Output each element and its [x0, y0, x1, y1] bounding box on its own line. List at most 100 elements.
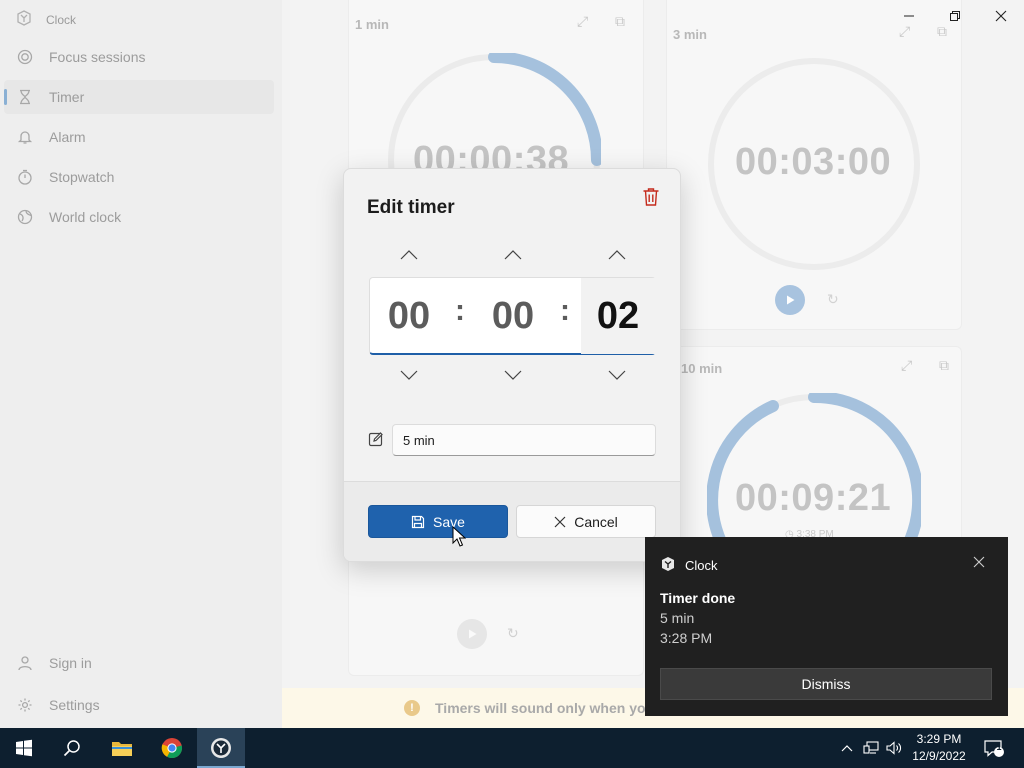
- sidebar-item-stopwatch[interactable]: Stopwatch: [4, 160, 274, 194]
- edit-name-icon: [368, 431, 386, 449]
- action-center-button[interactable]: 1: [980, 728, 1008, 768]
- hours-value[interactable]: 00: [371, 292, 447, 340]
- minutes-up-button[interactable]: [501, 247, 525, 263]
- keep-on-top-icon[interactable]: ⧉: [939, 357, 949, 374]
- volume-button[interactable]: [884, 728, 904, 768]
- keep-on-top-icon[interactable]: ⧉: [615, 13, 625, 30]
- stopwatch-icon: [16, 168, 34, 186]
- info-icon: !: [404, 700, 420, 716]
- windows-logo-icon: [16, 739, 32, 757]
- toast-timer-name: 5 min: [660, 610, 695, 626]
- timer-done-notification: Clock Timer done 5 min 3:28 PM Dismiss: [645, 537, 1008, 716]
- sidebar-item-timer[interactable]: Timer: [4, 80, 274, 114]
- play-button[interactable]: [457, 619, 487, 649]
- app-title-bar: Clock: [16, 10, 76, 29]
- restore-icon: [950, 11, 960, 21]
- restore-button[interactable]: [932, 0, 978, 32]
- sidebar-item-label: World clock: [49, 209, 122, 225]
- sidebar-item-label: Settings: [49, 697, 100, 713]
- sidebar-item-label: Timer: [49, 89, 85, 105]
- network-icon: [863, 741, 879, 754]
- sidebar-item-world-clock[interactable]: World clock: [4, 200, 274, 234]
- hours-down-button[interactable]: [397, 367, 421, 383]
- close-icon: [973, 556, 985, 568]
- taskbar-date: 12/9/2022: [912, 749, 966, 763]
- minimize-icon: [904, 15, 914, 17]
- mouse-cursor-icon: [452, 526, 466, 547]
- cancel-label: Cancel: [574, 513, 618, 530]
- time-separator: :: [560, 294, 570, 327]
- timer-card-label: 3 min: [673, 27, 707, 42]
- search-button[interactable]: [48, 728, 96, 768]
- chrome-button[interactable]: [148, 728, 196, 768]
- sidebar-item-label: Focus sessions: [49, 49, 146, 65]
- save-button[interactable]: Save: [368, 505, 508, 538]
- sidebar-item-focus-sessions[interactable]: Focus sessions: [4, 40, 274, 74]
- seconds-up-button[interactable]: [605, 247, 629, 263]
- play-icon: [469, 629, 477, 639]
- trash-icon: [643, 188, 659, 206]
- person-icon: [16, 654, 34, 672]
- close-icon: [995, 10, 1007, 22]
- toast-title: Timer done: [660, 590, 736, 606]
- chrome-icon: [161, 738, 183, 759]
- reset-icon[interactable]: ↻: [507, 625, 519, 642]
- chevron-up-icon: [608, 250, 626, 260]
- hours-up-button[interactable]: [397, 247, 421, 263]
- sidebar-item-settings[interactable]: Settings: [4, 688, 274, 722]
- play-icon: [787, 295, 795, 305]
- bell-icon: [16, 128, 34, 146]
- timer-name-input[interactable]: [392, 424, 656, 456]
- minimize-button[interactable]: [886, 0, 932, 32]
- edit-timer-dialog: Edit timer 00 : 00 : 02 Save: [343, 168, 681, 562]
- volume-icon: [886, 741, 901, 755]
- sidebar-item-label: Alarm: [49, 129, 86, 145]
- dialog-title: Edit timer: [367, 197, 455, 218]
- dialog-footer: Save Cancel: [344, 481, 680, 561]
- clock-taskbar-button[interactable]: [197, 728, 245, 768]
- reset-icon[interactable]: ↻: [827, 291, 839, 308]
- app-title: Clock: [46, 12, 77, 27]
- file-explorer-button[interactable]: [98, 728, 146, 768]
- chevron-up-icon: [841, 745, 853, 752]
- show-hidden-icons-button[interactable]: [838, 728, 856, 768]
- cancel-icon: [554, 516, 566, 527]
- sidebar: Clock Focus sessions Timer Alarm Stopwat…: [0, 0, 282, 728]
- dismiss-button[interactable]: Dismiss: [660, 668, 992, 700]
- taskbar-clock[interactable]: 3:29 PM 12/9/2022: [906, 731, 972, 765]
- time-picker[interactable]: 00 : 00 : 02: [369, 277, 656, 355]
- seconds-down-button[interactable]: [605, 367, 629, 383]
- timer-card[interactable]: 3 min ⤢ ⧉ 00:03:00 ↻: [666, 0, 962, 330]
- toast-close-button[interactable]: [973, 555, 987, 569]
- chevron-up-icon: [400, 250, 418, 260]
- play-button[interactable]: [775, 285, 805, 315]
- chevron-down-icon: [608, 370, 626, 380]
- toast-app-header: Clock: [660, 556, 718, 575]
- timer-card-label: 10 min: [681, 361, 723, 376]
- cancel-button[interactable]: Cancel: [516, 505, 656, 538]
- globe-icon: [16, 208, 34, 226]
- network-button[interactable]: [860, 728, 882, 768]
- delete-button[interactable]: [642, 187, 662, 207]
- sidebar-item-label: Sign in: [49, 655, 92, 671]
- time-separator: :: [455, 294, 465, 327]
- sidebar-item-sign-in[interactable]: Sign in: [4, 646, 274, 680]
- timer-card-label: 1 min: [355, 17, 389, 32]
- toast-app-name: Clock: [685, 558, 718, 573]
- minutes-down-button[interactable]: [501, 367, 525, 383]
- notification-count: 1: [996, 742, 1002, 752]
- expand-icon[interactable]: ⤢: [577, 13, 588, 30]
- toast-time: 3:28 PM: [660, 630, 713, 646]
- seconds-value[interactable]: 02: [580, 292, 656, 340]
- chevron-down-icon: [400, 370, 418, 380]
- chevron-up-icon: [504, 250, 522, 260]
- close-button[interactable]: [978, 0, 1024, 32]
- expand-icon[interactable]: ⤢: [901, 357, 912, 374]
- save-icon: [411, 515, 425, 528]
- sidebar-item-alarm[interactable]: Alarm: [4, 120, 274, 154]
- minutes-value[interactable]: 00: [475, 292, 551, 340]
- folder-icon: [112, 742, 132, 756]
- clock-app-icon: [211, 738, 231, 758]
- start-button[interactable]: [0, 728, 48, 768]
- search-icon: [63, 740, 80, 757]
